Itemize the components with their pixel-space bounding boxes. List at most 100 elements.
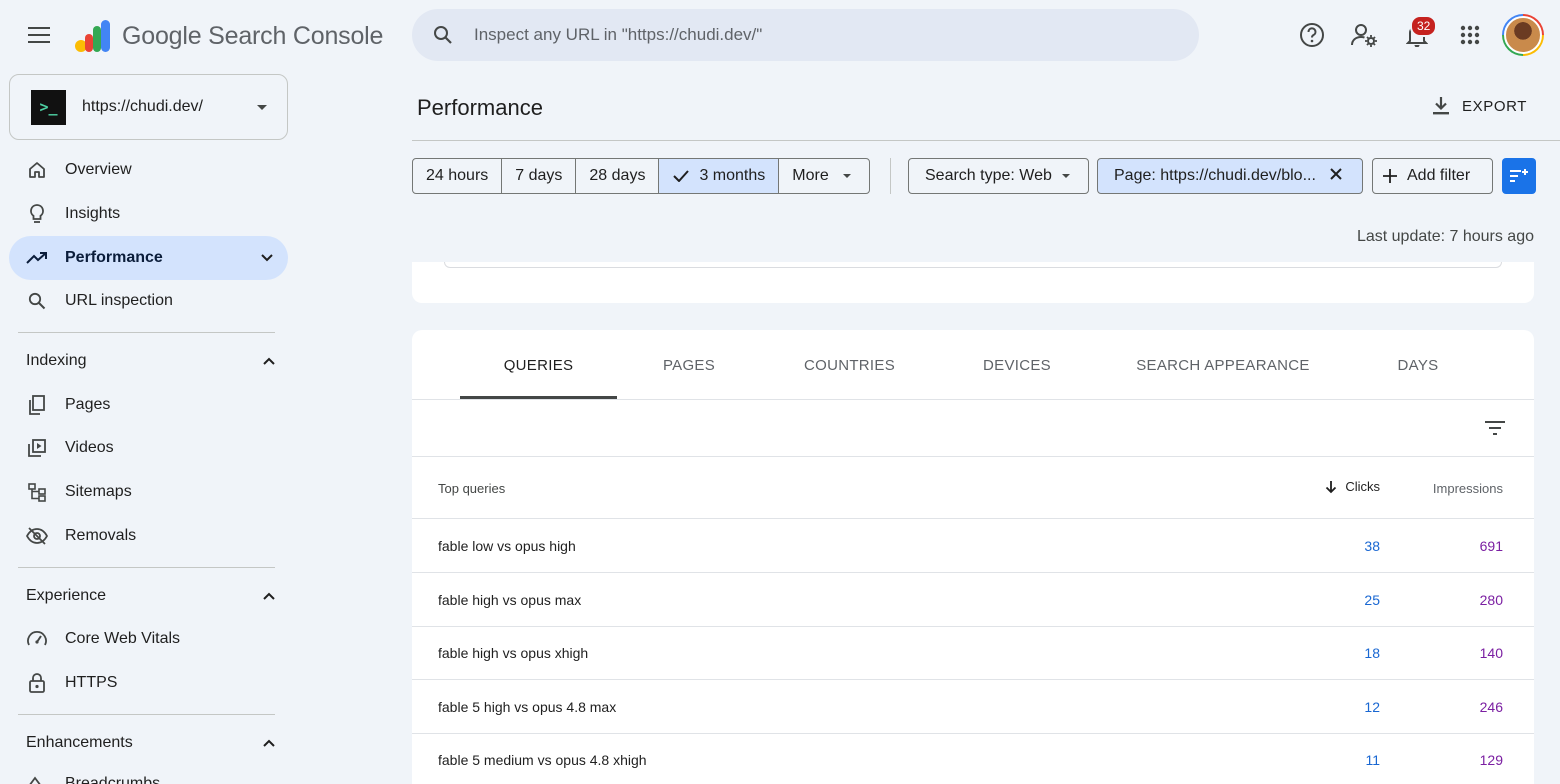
impressions-cell: 280 [1479, 592, 1503, 608]
query-cell: fable high vs opus max [438, 592, 582, 608]
export-button[interactable]: EXPORT [1432, 92, 1527, 120]
tab-pages[interactable]: PAGES [641, 330, 737, 400]
dimensions-card: QUERIES PAGES COUNTRIES DEVICES SEARCH A… [412, 330, 1534, 784]
sidebar-item-sitemaps[interactable]: Sitemaps [9, 470, 288, 514]
main-menu-button[interactable] [24, 20, 54, 50]
sidebar-item-label: Pages [65, 396, 111, 413]
table-filter-row [412, 400, 1534, 457]
sitemap-icon [9, 482, 65, 502]
section-title: Experience [26, 587, 107, 604]
page-filter-label: Page: https://chudi.dev/blo... [1114, 167, 1316, 184]
section-enhancements[interactable]: Enhancements [26, 728, 276, 758]
last-update-text: Last update: 7 hours ago [1356, 228, 1534, 245]
tab-devices[interactable]: DEVICES [966, 330, 1068, 400]
table-row[interactable]: fable high vs opus xhigh 18 140 [412, 626, 1534, 680]
table-row[interactable]: fable 5 medium vs opus 4.8 xhigh 11 129 [412, 733, 1534, 784]
chevron-down-icon [260, 251, 274, 270]
sidebar-item-videos[interactable]: Videos [9, 426, 288, 470]
section-indexing[interactable]: Indexing [26, 346, 276, 376]
manage-users-button[interactable] [1347, 18, 1381, 52]
search-type-filter[interactable]: Search type: Web [908, 158, 1089, 194]
lightbulb-icon [9, 203, 65, 225]
chevron-up-icon [263, 592, 275, 600]
date-range-3-months[interactable]: 3 months [659, 159, 780, 193]
sidebar-item-pages[interactable]: Pages [9, 383, 288, 427]
sidebar-item-label: Videos [65, 439, 114, 456]
caret-down-icon [842, 174, 851, 178]
date-range-24-hours[interactable]: 24 hours [413, 159, 503, 193]
sidebar-item-overview[interactable]: Overview [9, 148, 288, 192]
page-filter-chip[interactable]: Page: https://chudi.dev/blo... [1097, 158, 1363, 194]
caret-down-icon [257, 105, 267, 110]
hamburger-icon [28, 27, 50, 43]
tab-queries[interactable]: QUERIES [460, 330, 617, 400]
section-experience[interactable]: Experience [26, 581, 276, 611]
search-type-label: Search type: Web [925, 167, 1052, 184]
column-header-clicks[interactable]: Clicks [1325, 479, 1380, 494]
table-row[interactable]: fable 5 high vs opus 4.8 max 12 246 [412, 680, 1534, 734]
help-button[interactable] [1295, 18, 1329, 52]
video-library-icon [9, 438, 65, 458]
sidebar-item-breadcrumbs[interactable]: Breadcrumbs [9, 766, 288, 784]
visibility-off-icon [9, 527, 65, 545]
property-name: https://chudi.dev/ [82, 98, 203, 115]
table-row[interactable]: fable low vs opus high 38 691 [412, 519, 1534, 573]
sidebar-item-url-inspection[interactable]: URL inspection [9, 279, 288, 323]
help-icon [1300, 23, 1324, 47]
section-title: Enhancements [26, 734, 133, 751]
clicks-label: Clicks [1345, 479, 1380, 494]
sidebar-item-label: Performance [65, 249, 163, 266]
sidebar-item-removals[interactable]: Removals [9, 514, 288, 558]
table-row[interactable]: fable high vs opus max 25 280 [412, 573, 1534, 627]
sidebar-item-https[interactable]: HTTPS [9, 661, 288, 705]
sidebar-item-label: Overview [65, 161, 132, 178]
account-avatar[interactable] [1502, 14, 1544, 56]
table-header: Top queries Clicks Impressions [412, 457, 1534, 519]
date-range-28-days[interactable]: 28 days [576, 159, 660, 193]
url-inspect-search[interactable] [412, 9, 1199, 61]
notification-count-badge: 32 [1410, 15, 1438, 37]
tab-search-appearance[interactable]: SEARCH APPEARANCE [1133, 330, 1313, 400]
lock-icon [9, 672, 65, 694]
impressions-cell: 129 [1479, 752, 1503, 768]
impressions-cell: 246 [1479, 699, 1503, 715]
url-inspect-input[interactable] [474, 25, 1174, 45]
chevron-up-icon [263, 357, 275, 365]
sidebar-item-insights[interactable]: Insights [9, 192, 288, 236]
date-range-more[interactable]: More [779, 159, 868, 193]
query-cell: fable 5 medium vs opus 4.8 xhigh [438, 752, 647, 768]
option-label: 24 hours [426, 167, 489, 184]
sidebar-item-label: URL inspection [65, 292, 173, 309]
app-brand: Google Search Console [122, 22, 384, 50]
option-label: 28 days [589, 167, 646, 184]
apps-button[interactable] [1453, 18, 1487, 52]
speed-gauge-icon [9, 629, 65, 649]
sidebar-item-label: Core Web Vitals [65, 630, 181, 647]
chart-card [412, 262, 1534, 303]
option-label: More [792, 167, 829, 184]
page-title: Performance [417, 95, 543, 120]
option-label: 3 months [699, 167, 766, 184]
add-filter-button[interactable]: Add filter [1372, 158, 1493, 194]
tab-countries[interactable]: COUNTRIES [793, 330, 906, 400]
tab-days[interactable]: DAYS [1380, 330, 1456, 400]
column-header-impressions[interactable]: Impressions [1433, 481, 1503, 496]
chart-card-inner [444, 262, 1502, 268]
query-cell: fable high vs opus xhigh [438, 645, 589, 661]
sidebar-item-core-web-vitals[interactable]: Core Web Vitals [9, 617, 288, 661]
date-range-7-days[interactable]: 7 days [502, 159, 577, 193]
clicks-cell: 18 [1364, 645, 1380, 661]
sidebar-item-label: Removals [65, 527, 137, 544]
property-selector[interactable]: >_ https://chudi.dev/ [9, 74, 288, 140]
sidebar-item-label: Breadcrumbs [65, 775, 161, 784]
check-icon [673, 170, 690, 182]
filter-rows-button[interactable] [1482, 416, 1508, 440]
compare-filters-button[interactable] [1502, 158, 1536, 194]
sidebar-item-performance[interactable]: Performance [9, 236, 288, 280]
sidebar-divider [18, 567, 275, 568]
download-icon [1433, 97, 1449, 115]
clicks-cell: 11 [1365, 752, 1380, 768]
close-icon[interactable] [1330, 167, 1342, 185]
search-icon [9, 292, 65, 310]
query-cell: fable 5 high vs opus 4.8 max [438, 699, 617, 715]
